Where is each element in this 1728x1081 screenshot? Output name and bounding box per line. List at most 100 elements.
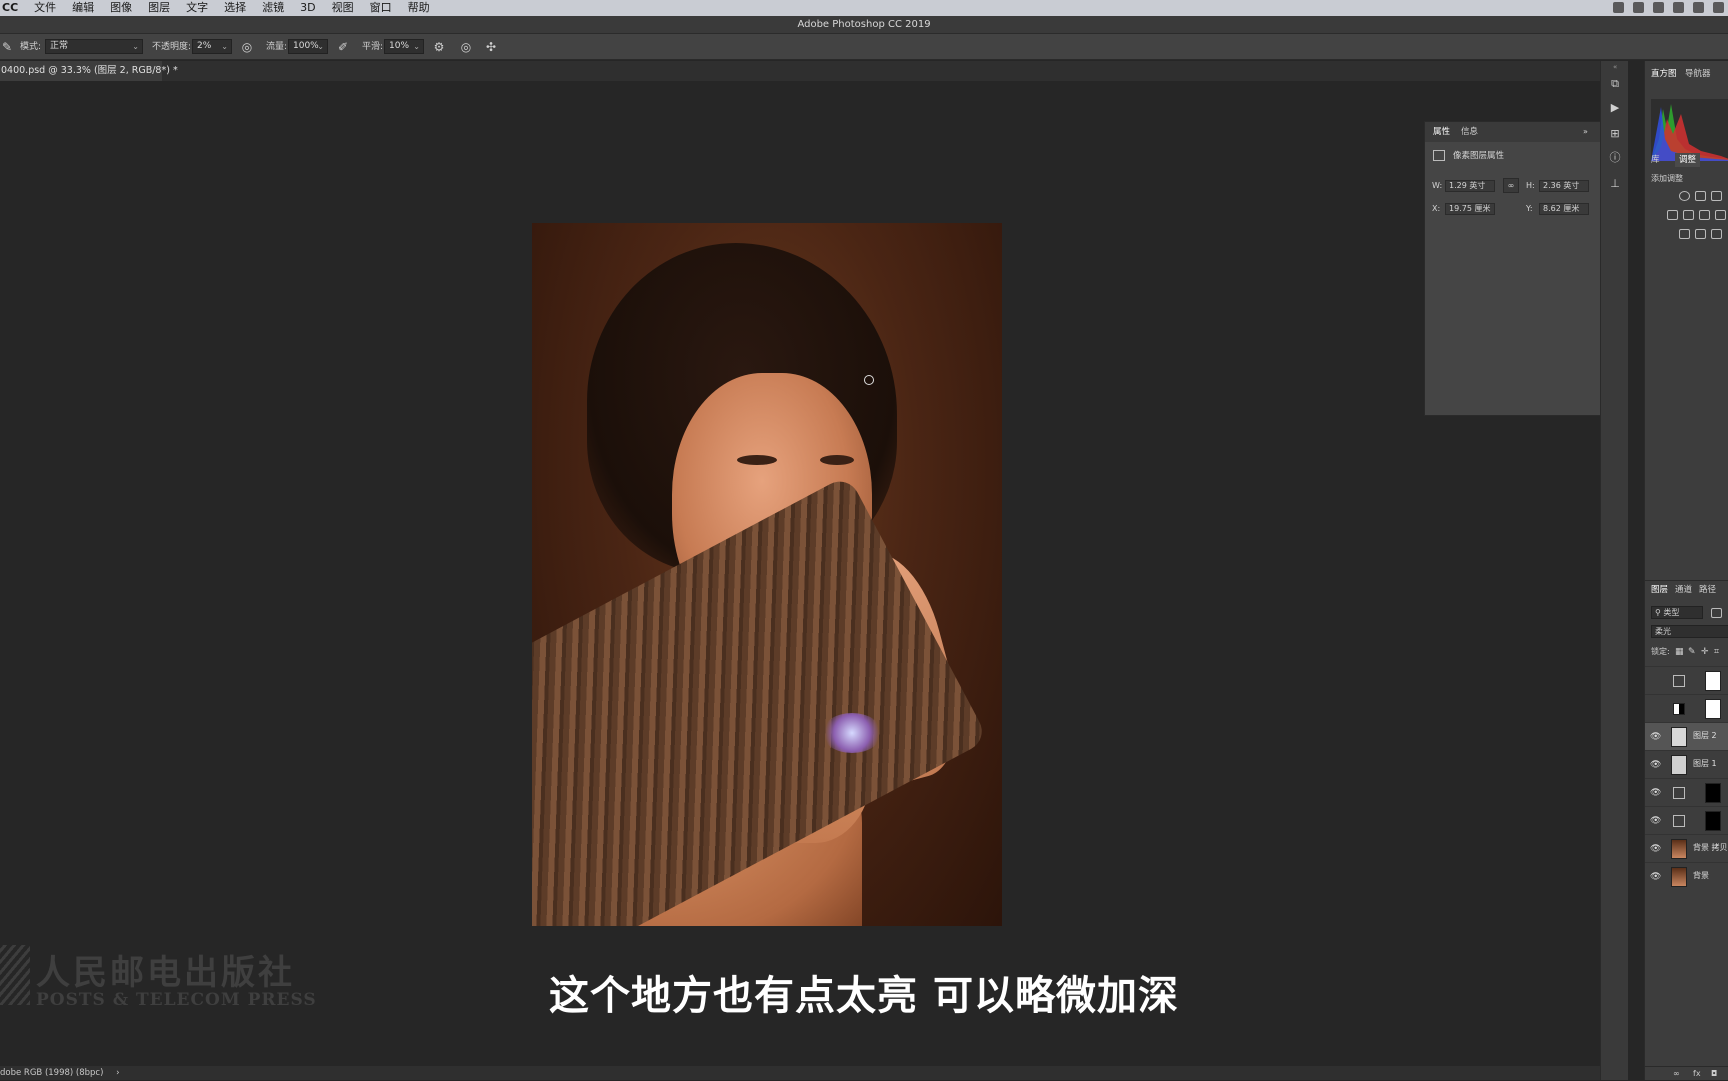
wifi-icon[interactable]: [1693, 2, 1704, 13]
menu-3d[interactable]: 3D: [292, 0, 323, 16]
mode-label: 模式:: [20, 42, 42, 52]
tab-properties[interactable]: 属性: [1433, 122, 1450, 142]
lock-label: 锁定:: [1651, 647, 1670, 656]
color-balance-icon[interactable]: [1683, 210, 1694, 220]
brush-tool-preset-icon[interactable]: ✎: [0, 40, 14, 54]
history-icon[interactable]: ⧉: [1608, 77, 1622, 91]
layer-name: 图层 2: [1693, 731, 1717, 740]
lock-transparent-icon[interactable]: ▦: [1675, 645, 1684, 659]
mode-select[interactable]: 正常 ⌄: [45, 39, 143, 54]
opacity-input[interactable]: 2% ⌄: [192, 39, 232, 54]
menu-window[interactable]: 窗口: [362, 0, 400, 16]
selective-color-icon[interactable]: [1711, 229, 1722, 239]
pressure-size-icon[interactable]: ◎: [459, 40, 473, 54]
input-source-icon[interactable]: [1713, 2, 1724, 13]
add-mask-icon[interactable]: ◘: [1711, 1067, 1717, 1081]
brightness-icon[interactable]: [1679, 191, 1690, 201]
right-panel-dock: 直方图 导航器 库 调整 添加调整 图层 通道 路径 ⚲ 类型 柔光 锁定: ▦…: [1644, 61, 1728, 1080]
menu-view[interactable]: 视图: [324, 0, 362, 16]
x-field[interactable]: 19.75 厘米: [1445, 203, 1495, 215]
layer-row[interactable]: 👁 背景: [1645, 862, 1728, 890]
visibility-eye-icon[interactable]: 👁: [1650, 844, 1661, 854]
menu-edit[interactable]: 编辑: [64, 0, 102, 16]
layer-filter-select[interactable]: ⚲ 类型: [1651, 606, 1703, 619]
tab-adjustments[interactable]: 调整: [1675, 153, 1701, 167]
pixel-layer-icon: [1433, 150, 1445, 161]
filter-image-icon[interactable]: [1711, 608, 1722, 618]
symmetry-butterfly-icon[interactable]: ✣: [484, 40, 498, 54]
y-field[interactable]: 8.62 厘米: [1539, 203, 1589, 215]
layer-row-selected[interactable]: 👁 图层 2: [1645, 722, 1728, 750]
properties-icon[interactable]: ⊞: [1608, 127, 1622, 141]
filter-kind-value: 类型: [1663, 608, 1680, 617]
opacity-label: 不透明度:: [152, 42, 192, 52]
collapse-icon[interactable]: «: [1613, 63, 1617, 71]
color-profile-text: dobe RGB (1998) (8bpc): [0, 1068, 104, 1078]
info-icon[interactable]: ⓘ: [1608, 151, 1622, 165]
document-image[interactable]: [532, 223, 1002, 926]
flow-input[interactable]: 100% ⌄: [288, 39, 328, 54]
pressure-opacity-icon[interactable]: ◎: [240, 40, 254, 54]
blend-mode-select[interactable]: 柔光: [1651, 625, 1728, 638]
levels-icon[interactable]: [1695, 191, 1706, 201]
tab-paths[interactable]: 路径: [1699, 583, 1716, 597]
visibility-eye-icon[interactable]: 👁: [1650, 816, 1661, 826]
lock-pixels-icon[interactable]: ✎: [1688, 645, 1696, 659]
tab-navigator[interactable]: 导航器: [1685, 67, 1711, 81]
smoothing-input[interactable]: 10% ⌄: [384, 39, 424, 54]
status-chevron-icon[interactable]: ›: [116, 1068, 119, 1078]
photo-brooch: [822, 713, 882, 753]
airbrush-icon[interactable]: ✐: [336, 40, 350, 54]
tab-libraries[interactable]: 库: [1651, 153, 1660, 167]
display-icon[interactable]: [1633, 2, 1644, 13]
layer-row[interactable]: 👁: [1645, 778, 1728, 806]
tab-histogram[interactable]: 直方图: [1651, 67, 1677, 81]
menu-image[interactable]: 图像: [102, 0, 140, 16]
visibility-eye-icon[interactable]: 👁: [1650, 760, 1661, 770]
lock-artboard-icon[interactable]: ⌗: [1714, 645, 1719, 659]
menubar-tray: [1613, 2, 1724, 13]
record-icon[interactable]: [1613, 2, 1624, 13]
menu-type[interactable]: 文字: [178, 0, 216, 16]
collapse-icon[interactable]: »: [1583, 122, 1588, 142]
document-tab[interactable]: 0400.psd @ 33.3% (图层 2, RGB/8*) *: [0, 61, 178, 81]
layer-row[interactable]: 👁 图层 1: [1645, 750, 1728, 778]
bluetooth-icon[interactable]: [1673, 2, 1684, 13]
dropbox-icon[interactable]: [1653, 2, 1664, 13]
menu-file[interactable]: 文件: [26, 0, 64, 16]
visibility-eye-icon[interactable]: 👁: [1650, 788, 1661, 798]
layer-row[interactable]: [1645, 666, 1728, 694]
histogram-graph: [1651, 104, 1728, 161]
link-icon[interactable]: ∞: [1503, 178, 1519, 193]
curves-icon[interactable]: [1711, 191, 1722, 201]
actions-play-icon[interactable]: ▶: [1608, 101, 1622, 115]
tab-info[interactable]: 信息: [1461, 122, 1478, 142]
width-field[interactable]: 1.29 英寸: [1445, 180, 1495, 192]
lock-position-icon[interactable]: ✛: [1701, 645, 1709, 659]
layer-row[interactable]: 👁: [1645, 806, 1728, 834]
layer-row[interactable]: [1645, 694, 1728, 722]
photo-filter-icon[interactable]: [1715, 210, 1726, 220]
tab-channels[interactable]: 通道: [1675, 583, 1692, 597]
properties-header: 像素图层属性: [1453, 151, 1505, 161]
visibility-eye-icon[interactable]: 👁: [1650, 872, 1661, 882]
menu-help[interactable]: 帮助: [400, 0, 438, 16]
vibrance-icon[interactable]: [1667, 210, 1678, 220]
invert-icon[interactable]: [1679, 229, 1690, 239]
tab-layers[interactable]: 图层: [1651, 583, 1668, 597]
fx-icon[interactable]: fx: [1693, 1067, 1701, 1081]
gear-icon[interactable]: ⚙: [432, 40, 446, 54]
y-label: Y:: [1526, 204, 1533, 213]
link-layers-icon[interactable]: ∞: [1673, 1067, 1680, 1081]
chevron-down-icon: ⌄: [317, 42, 324, 51]
visibility-eye-icon[interactable]: 👁: [1650, 732, 1661, 742]
app-menu[interactable]: CC: [0, 0, 26, 16]
stamp-icon[interactable]: ⊥: [1608, 177, 1622, 191]
black-white-icon[interactable]: [1699, 210, 1710, 220]
layer-row[interactable]: 👁 背景 拷贝: [1645, 834, 1728, 862]
menu-select[interactable]: 选择: [216, 0, 254, 16]
gradient-map-icon[interactable]: [1695, 229, 1706, 239]
menu-filter[interactable]: 滤镜: [254, 0, 292, 16]
menu-layer[interactable]: 图层: [140, 0, 178, 16]
height-field[interactable]: 2.36 英寸: [1539, 180, 1589, 192]
